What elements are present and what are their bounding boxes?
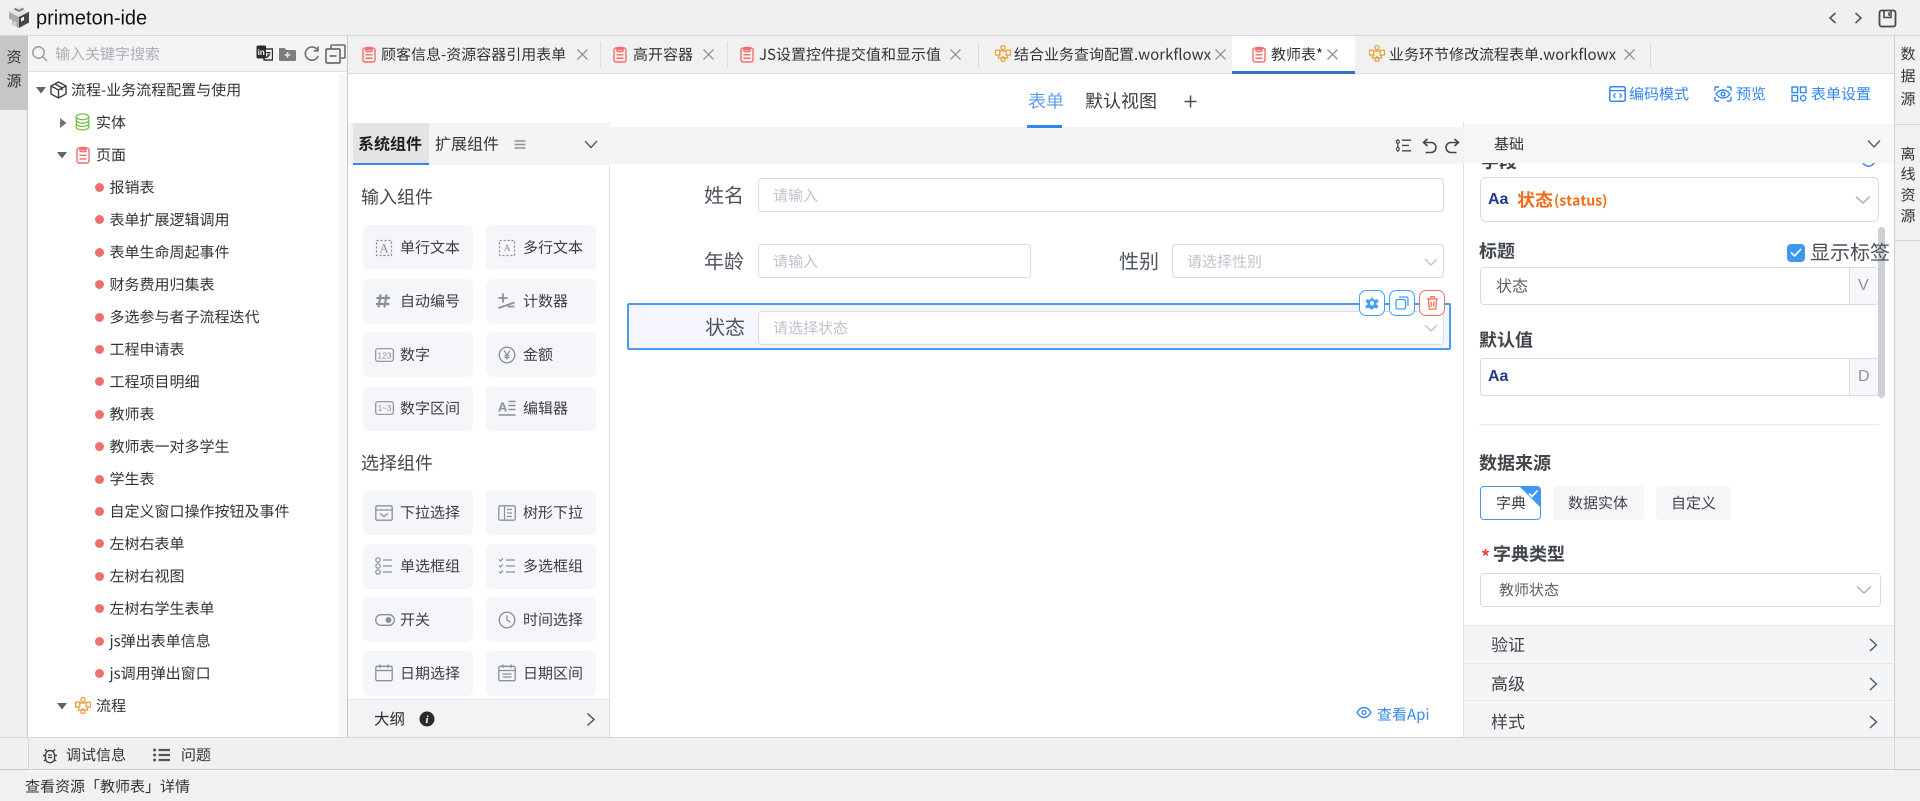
svg-text:A: A <box>504 243 511 253</box>
svg-text:1~3: 1~3 <box>378 404 392 413</box>
svg-text:123: 123 <box>377 350 391 360</box>
svg-text:A: A <box>379 241 388 255</box>
svg-text:A: A <box>498 400 508 415</box>
svg-text:in: in <box>258 48 265 57</box>
